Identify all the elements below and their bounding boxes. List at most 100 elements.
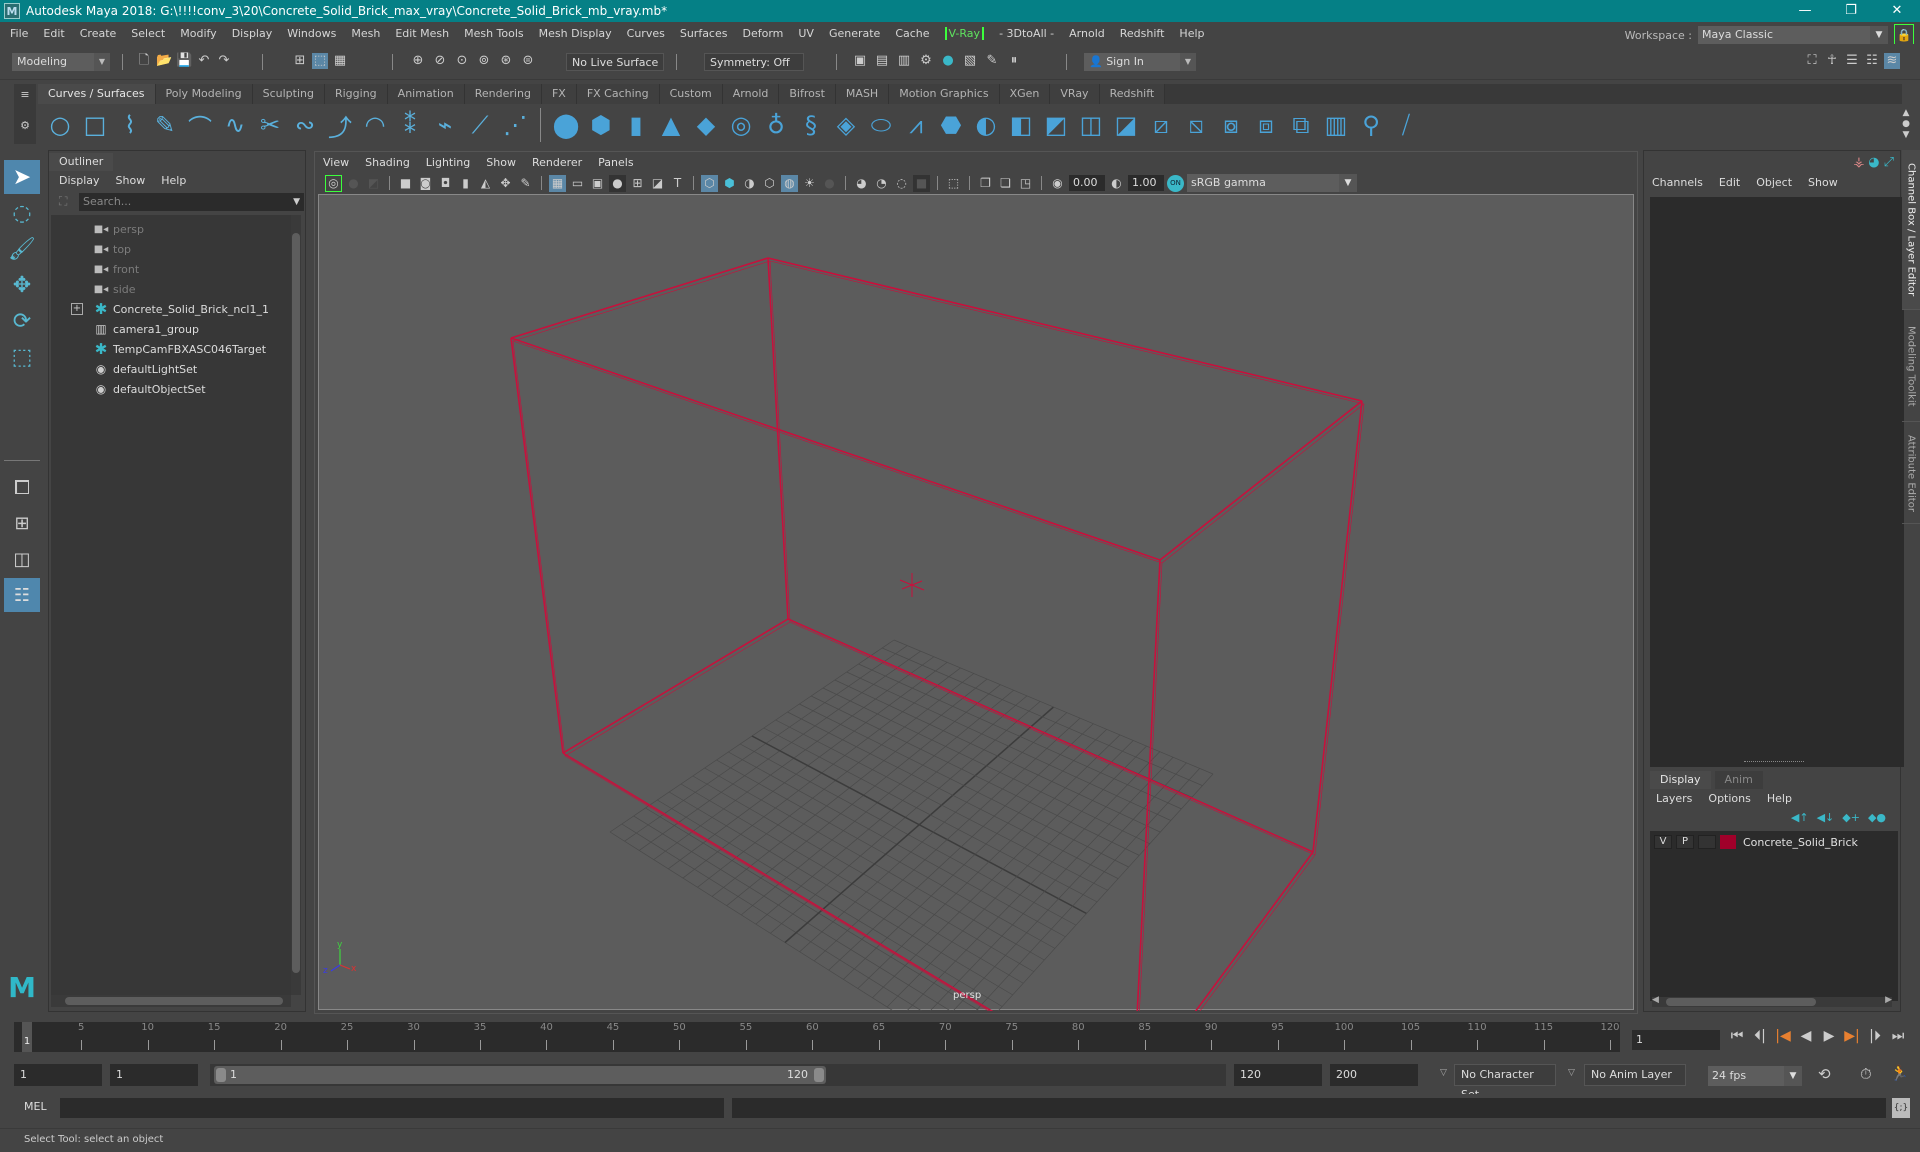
ipr-render-icon[interactable]: ▥ [896, 53, 912, 69]
shelf-tab-animation[interactable]: Animation [387, 84, 465, 104]
workspace-dropdown[interactable]: Maya Classic ▼ [1698, 26, 1888, 44]
detach-curves-icon[interactable]: ✂ [254, 109, 286, 141]
layer-display-type-toggle[interactable] [1698, 835, 1716, 849]
open-scene-icon[interactable]: 📂 [156, 53, 172, 69]
new-layer-from-selection-icon[interactable]: ◆● [1868, 811, 1886, 824]
nurbs-circle-icon[interactable]: ○ [44, 109, 76, 141]
menu-file[interactable]: File [10, 27, 28, 40]
nurbs-square-icon[interactable]: □ [79, 109, 111, 141]
use-default-material-icon[interactable]: ◑ [741, 175, 758, 192]
use-all-lights-icon[interactable]: ☀ [801, 175, 818, 192]
shelf-tab-xgen[interactable]: XGen [999, 84, 1051, 104]
expand-icon[interactable]: + [71, 303, 83, 315]
range-end-handle[interactable] [814, 1068, 824, 1082]
3d-viewport[interactable]: y x z persp [318, 194, 1634, 1011]
animation-start-field[interactable]: 1 [14, 1064, 102, 1086]
range-slider-bar-fill[interactable]: 1 120 [214, 1066, 826, 1084]
curve-editing-icon[interactable]: ⟋ [464, 109, 496, 141]
cv-curve-icon[interactable]: ⌇ [114, 109, 146, 141]
nurbs-cube-icon[interactable]: ⬢ [585, 109, 617, 141]
exposure-icon[interactable]: ◉ [1049, 175, 1066, 192]
attribute-editor-icon[interactable]: ☰ [1844, 53, 1860, 69]
render-setup-icon[interactable]: ▧ [962, 53, 978, 69]
panel-resize-handle[interactable] [1744, 761, 1804, 763]
move-layer-up-icon[interactable]: ◀↑ [1791, 811, 1809, 824]
offset-curve-icon[interactable]: ◠ [359, 109, 391, 141]
menu-display[interactable]: Display [232, 27, 273, 40]
xray-icon[interactable]: ❐ [977, 175, 994, 192]
current-frame-marker[interactable]: 1 [22, 1022, 32, 1052]
shelf-tab-arnold[interactable]: Arnold [722, 84, 780, 104]
menu-mesh-display[interactable]: Mesh Display [539, 27, 612, 40]
viewport-menu-panels[interactable]: Panels [598, 154, 633, 172]
render-current-frame-icon[interactable]: ▤ [874, 53, 890, 69]
square-surface-icon[interactable]: ◧ [1005, 109, 1037, 141]
scroll-right-icon[interactable]: ▶ [1885, 995, 1892, 1005]
viewport-menu-show[interactable]: Show [486, 154, 516, 172]
filter-icon[interactable]: ⛶ [59, 194, 67, 209]
isolate-select-icon[interactable]: ⬚ [945, 175, 962, 192]
rotate-tool-icon[interactable]: ⟳ [4, 304, 40, 338]
close-button[interactable]: ✕ [1874, 0, 1920, 22]
attach-surfaces-icon[interactable]: ⧅ [1180, 109, 1212, 141]
menu-arnold[interactable]: Arnold [1069, 27, 1105, 40]
layer-visibility-toggle[interactable]: V [1654, 835, 1672, 849]
menu-create[interactable]: Create [80, 27, 117, 40]
manipulator-icon[interactable]: ⚶ [1853, 155, 1864, 170]
outliner-item[interactable]: ✱ TempCamFBXASC046Target [51, 339, 291, 359]
shelf-scroll[interactable]: ▲ ● ▼ [1900, 108, 1912, 144]
lasso-tool-icon[interactable]: ◌ [4, 196, 40, 230]
tab-channel-box-layer-editor[interactable]: Channel Box / Layer Editor [1902, 150, 1920, 310]
outliner-item[interactable]: ■◂ side [51, 279, 291, 299]
sign-in-button[interactable]: 👤 Sign In ▼ [1084, 53, 1196, 71]
layer-menu-layers[interactable]: Layers [1656, 791, 1692, 807]
outliner-horizontal-scrollbar[interactable] [51, 995, 291, 1007]
select-by-component-icon[interactable]: ▦ [332, 53, 348, 69]
menu-generate[interactable]: Generate [829, 27, 880, 40]
outliner-menu-show[interactable]: Show [116, 171, 146, 191]
step-forward-key-icon[interactable]: ▶| [1843, 1028, 1861, 1044]
project-curve-icon[interactable]: ◩ [1040, 109, 1072, 141]
shelf-tab-poly-modeling[interactable]: Poly Modeling [155, 84, 253, 104]
restore-button[interactable]: ❐ [1828, 0, 1874, 22]
single-perspective-layout-icon[interactable]: ⧠ [4, 470, 40, 504]
playback-start-field[interactable]: 1 [110, 1064, 198, 1086]
speed-icon[interactable]: ◕ [1868, 155, 1879, 170]
hyper-icon[interactable]: ⤢ [1884, 155, 1894, 170]
extrude-icon[interactable]: ⬭ [865, 109, 897, 141]
multisample-aa-icon[interactable]: ◌ [893, 175, 910, 192]
scale-tool-icon[interactable]: ⬚ [4, 340, 40, 374]
depth-of-field-icon[interactable]: ■ [913, 174, 930, 192]
scroll-thumb[interactable] [1666, 998, 1816, 1006]
layer-menu-help[interactable]: Help [1767, 791, 1792, 807]
symmetry-dropdown[interactable]: Symmetry: Off [704, 53, 804, 71]
move-tool-icon[interactable]: ✥ [4, 268, 40, 302]
menu-edit[interactable]: Edit [43, 27, 64, 40]
shelf-settings-icon[interactable]: ⚙ [14, 119, 36, 132]
loop-icon[interactable]: ⟲ [1818, 1065, 1831, 1083]
outliner-item[interactable]: ■◂ persp [51, 219, 291, 239]
screen-space-ao-icon[interactable]: ◕ [853, 175, 870, 192]
menu-surfaces[interactable]: Surfaces [680, 27, 728, 40]
step-back-key-icon[interactable]: |◀ [1774, 1028, 1792, 1044]
auto-key-icon[interactable]: ⏱ [1860, 1065, 1872, 1083]
pause-render-icon[interactable]: ⏸ [1006, 53, 1022, 69]
animation-end-field[interactable]: 200 [1330, 1064, 1418, 1086]
shelf-tab-redshift[interactable]: Redshift [1099, 84, 1166, 104]
current-frame-field[interactable]: 1 [1632, 1030, 1720, 1050]
channel-box-menu-channels[interactable]: Channels [1652, 175, 1703, 191]
outliner-item[interactable]: ■◂ front [51, 259, 291, 279]
snap-vertex-icon[interactable]: ⊜ [520, 53, 536, 69]
outliner-search-input[interactable]: Search... ▼ [79, 193, 304, 211]
shelf-tab-fx[interactable]: FX [541, 84, 577, 104]
menu-cache[interactable]: Cache [895, 27, 929, 40]
new-scene-icon[interactable]: 🗋 [136, 53, 152, 69]
snap-view-plane-icon[interactable]: ⊚ [476, 53, 492, 69]
shelf-tab-custom[interactable]: Custom [659, 84, 723, 104]
two-view-layout-icon[interactable]: ◫ [4, 542, 40, 576]
shelf-menu-icon[interactable]: ≡ [14, 88, 36, 101]
nurbs-sphere-icon[interactable]: ⬤ [550, 109, 582, 141]
planar-icon[interactable]: ◈ [830, 109, 862, 141]
channel-box-menu-edit[interactable]: Edit [1719, 175, 1740, 191]
hypershade-icon[interactable]: ● [940, 53, 956, 69]
